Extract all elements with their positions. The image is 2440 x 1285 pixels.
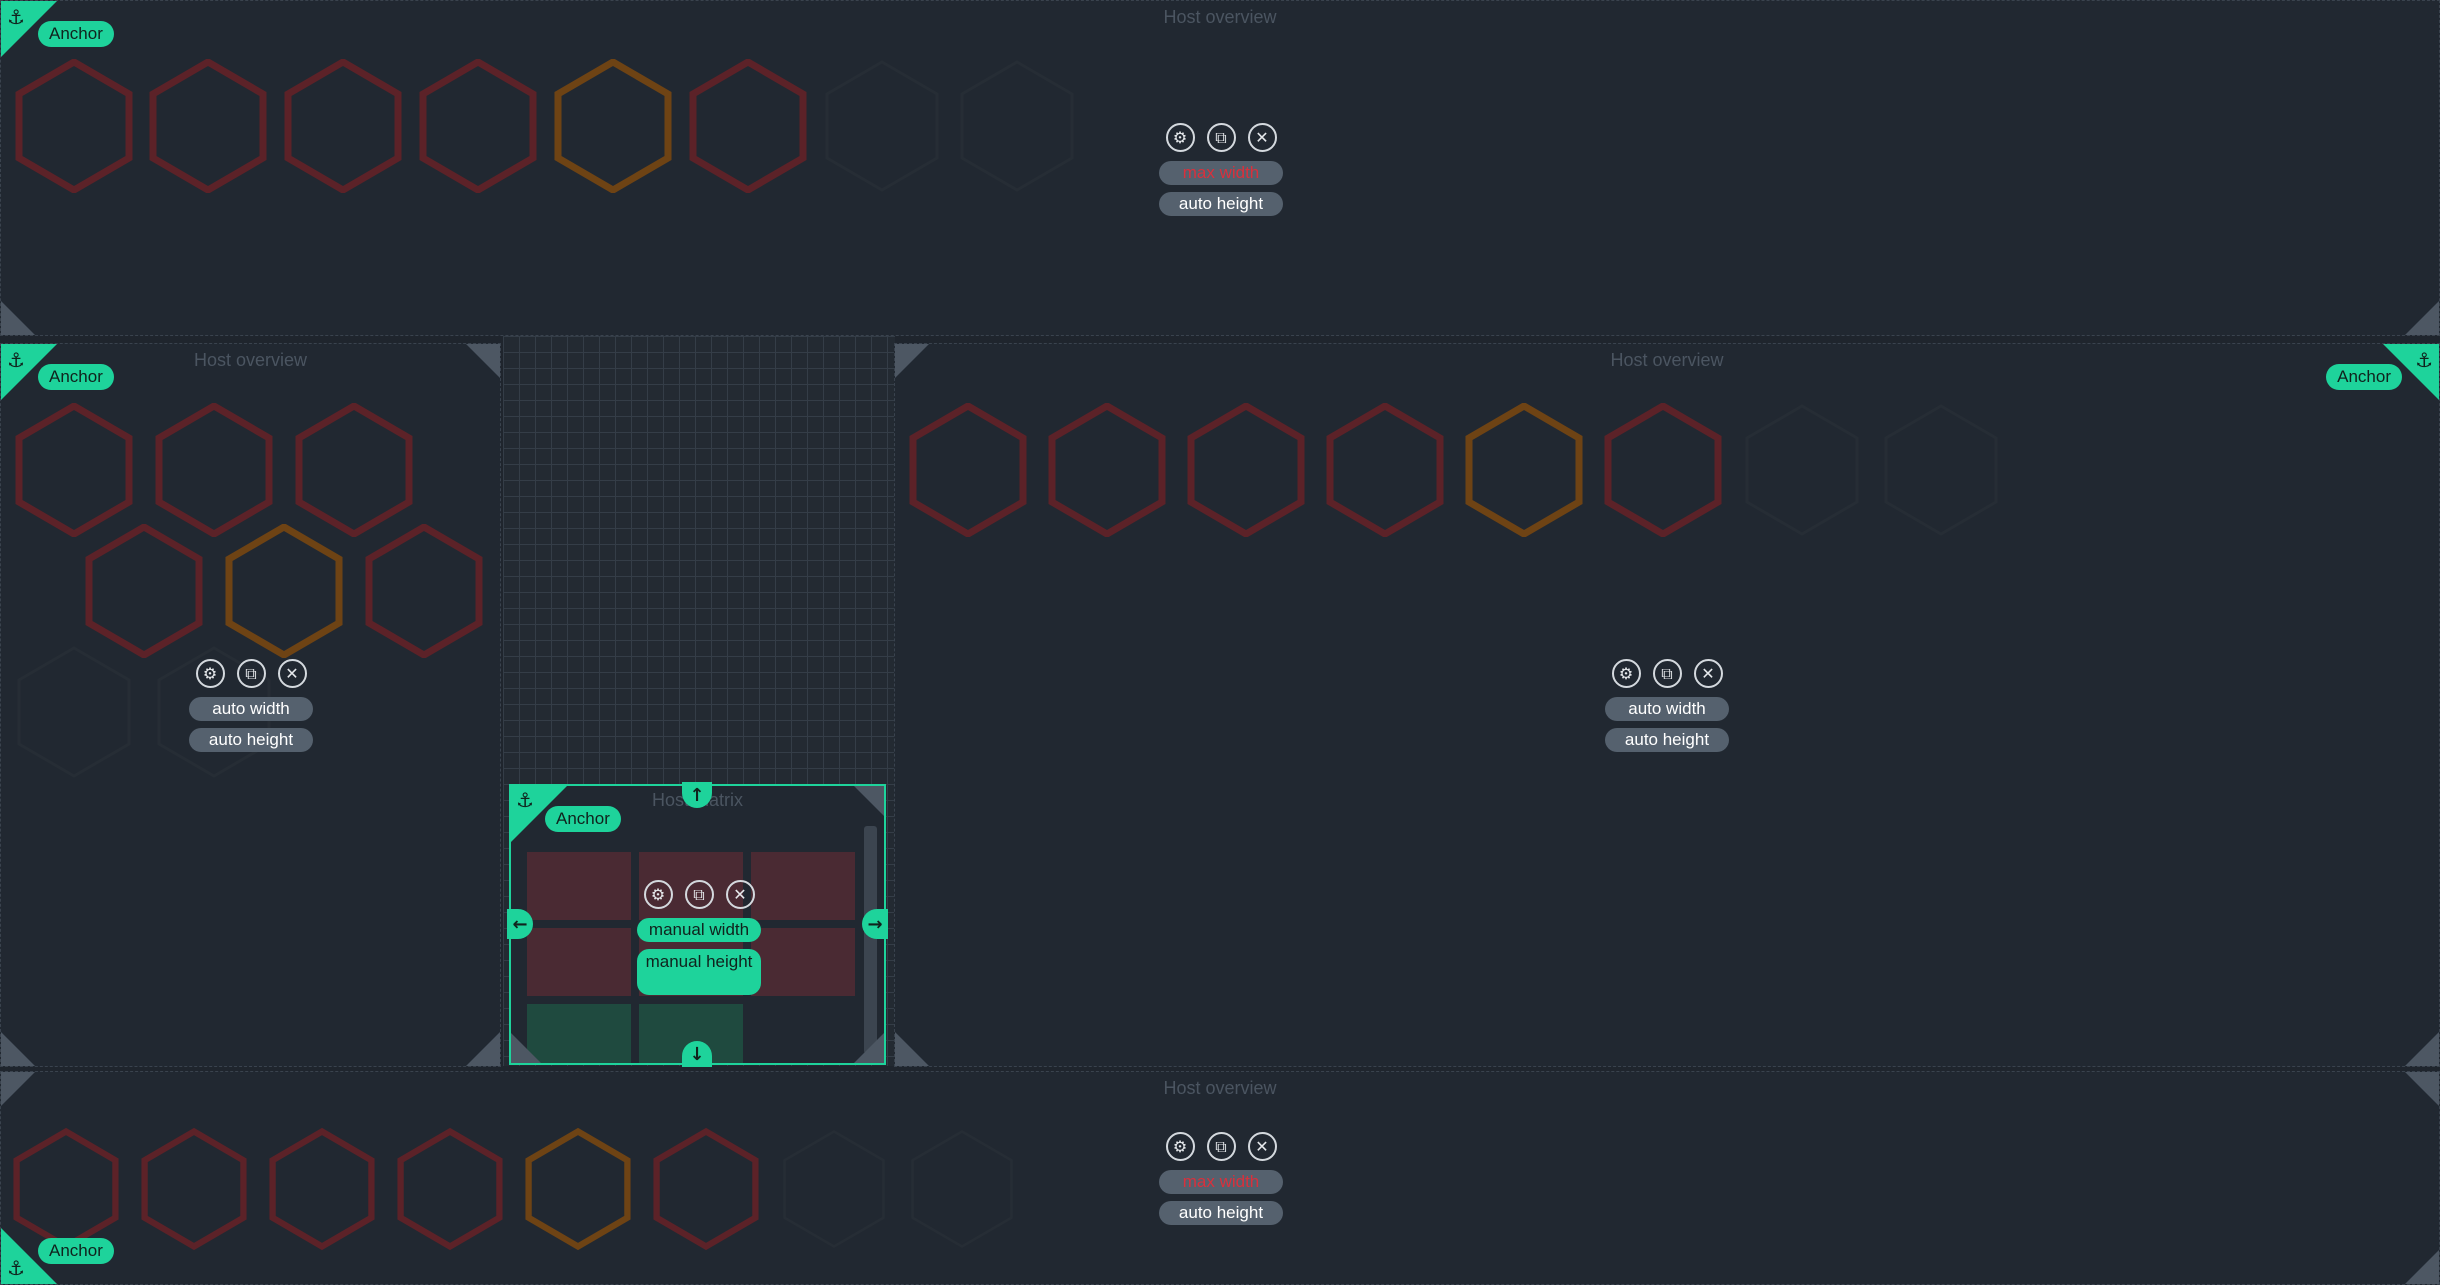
dashlet-host-matrix[interactable]: Host matrix ⚙ ⧉ ✕ manual width manual he…	[509, 784, 886, 1065]
host-hexagon[interactable]	[554, 59, 672, 193]
gear-icon[interactable]: ⚙	[1165, 123, 1195, 152]
resize-corner-bottom-left[interactable]	[1, 1032, 35, 1066]
resize-corner-bottom-right[interactable]	[2405, 1032, 2439, 1066]
anchor-icon: ⚓	[7, 348, 25, 372]
host-hexagon[interactable]	[13, 1127, 119, 1251]
clone-icon[interactable]: ⧉	[1206, 1132, 1236, 1161]
height-mode-toggle[interactable]: auto height	[189, 728, 313, 752]
host-hexagon[interactable]	[958, 59, 1076, 193]
dashlet-controls: ⚙ ⧉ ✕ auto width auto height	[181, 659, 321, 752]
clone-icon[interactable]: ⧉	[236, 659, 266, 688]
host-hexagon[interactable]	[284, 59, 402, 193]
host-hexagon[interactable]	[1187, 403, 1305, 537]
host-hexagon[interactable]	[15, 403, 133, 537]
dashlet-host-overview-bottom: Host overview ⚙ ⧉ ✕ max width auto heigh…	[0, 1071, 2440, 1285]
height-mode-toggle[interactable]: auto height	[1159, 1201, 1283, 1225]
host-hexagon[interactable]	[225, 524, 343, 658]
matrix-cell[interactable]	[527, 1004, 631, 1063]
width-mode-toggle[interactable]: auto width	[1605, 697, 1729, 721]
host-hexagon[interactable]	[419, 59, 537, 193]
matrix-cell[interactable]	[527, 928, 631, 996]
gear-icon[interactable]: ⚙	[1611, 659, 1641, 688]
dashlet-title: Host overview	[1163, 1078, 1277, 1098]
host-hexagon[interactable]	[653, 1127, 759, 1251]
host-hexagon[interactable]	[1743, 403, 1861, 537]
host-hexagon[interactable]	[149, 59, 267, 193]
host-hexagon[interactable]	[1465, 403, 1583, 537]
clone-icon[interactable]: ⧉	[1652, 659, 1682, 688]
dashlet-title: Host overview	[1610, 350, 1724, 370]
anchor-label: Anchor	[545, 806, 621, 832]
close-icon[interactable]: ✕	[1247, 123, 1277, 152]
dashlet-controls: ⚙ ⧉ ✕ max width auto height	[1151, 1132, 1291, 1225]
height-mode-toggle[interactable]: auto height	[1159, 192, 1283, 216]
dashlet-controls: ⚙ ⧉ ✕ manual width manual height	[629, 880, 769, 995]
close-icon[interactable]: ✕	[1693, 659, 1723, 688]
width-mode-toggle[interactable]: max width	[1159, 1170, 1283, 1194]
host-hexagon[interactable]	[823, 59, 941, 193]
close-icon[interactable]: ✕	[725, 880, 755, 909]
host-hexagon[interactable]	[269, 1127, 375, 1251]
host-hexagon[interactable]	[141, 1127, 247, 1251]
host-hexagon[interactable]	[155, 403, 273, 537]
dashlet-title: Host overview	[1163, 7, 1277, 27]
dashlet-host-overview-top: Host overview ⚙ ⧉ ✕ max width auto heigh…	[0, 0, 2440, 336]
resize-corner-bottom-right[interactable]	[2405, 1250, 2439, 1284]
width-mode-toggle[interactable]: auto width	[189, 697, 313, 721]
resize-corner-bottom-left[interactable]	[1, 301, 35, 335]
resize-corner-bottom-left[interactable]	[895, 1032, 929, 1066]
host-hexagon[interactable]	[365, 524, 483, 658]
anchor-label: Anchor	[38, 21, 114, 47]
dashlet-controls: ⚙ ⧉ ✕ max width auto height	[1151, 123, 1291, 216]
close-icon[interactable]: ✕	[277, 659, 307, 688]
host-hexagon[interactable]	[15, 645, 133, 779]
dashlet-host-overview-left: Host overview ⚙ ⧉ ✕ auto width auto heig…	[0, 343, 501, 1067]
arrow-right-icon[interactable]: →	[862, 909, 888, 939]
close-icon[interactable]: ✕	[1247, 1132, 1277, 1161]
anchor-label: Anchor	[38, 364, 114, 390]
host-hexagon[interactable]	[1882, 403, 2000, 537]
gear-icon[interactable]: ⚙	[643, 880, 673, 909]
host-hexagon[interactable]	[689, 59, 807, 193]
anchor-icon: ⚓	[2415, 348, 2433, 372]
width-mode-toggle[interactable]: max width	[1159, 161, 1283, 185]
resize-corner-bottom-right[interactable]	[466, 1032, 500, 1066]
anchor-icon: ⚓	[516, 788, 534, 812]
clone-icon[interactable]: ⧉	[1206, 123, 1236, 152]
dashlet-controls: ⚙ ⧉ ✕ auto width auto height	[1597, 659, 1737, 752]
host-hexagon[interactable]	[525, 1127, 631, 1251]
host-hexagon[interactable]	[1048, 403, 1166, 537]
host-hexagon[interactable]	[15, 59, 133, 193]
host-hexagon[interactable]	[781, 1127, 887, 1251]
anchor-icon: ⚓	[7, 1256, 25, 1280]
host-hexagon[interactable]	[85, 524, 203, 658]
matrix-cell[interactable]	[527, 852, 631, 920]
arrow-down-icon[interactable]: ↓	[682, 1041, 712, 1067]
width-mode-toggle[interactable]: manual width	[637, 918, 761, 942]
scrollbar[interactable]	[864, 826, 877, 1054]
anchor-label: Anchor	[38, 1238, 114, 1264]
host-hexagon[interactable]	[295, 403, 413, 537]
gear-icon[interactable]: ⚙	[1165, 1132, 1195, 1161]
anchor-label: Anchor	[2326, 364, 2402, 390]
gear-icon[interactable]: ⚙	[195, 659, 225, 688]
resize-corner-bottom-right[interactable]	[2405, 301, 2439, 335]
host-hexagon[interactable]	[397, 1127, 503, 1251]
height-mode-toggle[interactable]: manual height	[637, 949, 761, 995]
host-hexagon[interactable]	[1604, 403, 1722, 537]
host-hexagon[interactable]	[909, 403, 1027, 537]
dashlet-host-overview-right: Host overview ⚙ ⧉ ✕ auto width auto heig…	[894, 343, 2440, 1067]
host-hexagon[interactable]	[1326, 403, 1444, 537]
clone-icon[interactable]: ⧉	[684, 880, 714, 909]
host-hexagon[interactable]	[909, 1127, 1015, 1251]
anchor-icon: ⚓	[7, 5, 25, 29]
height-mode-toggle[interactable]: auto height	[1605, 728, 1729, 752]
